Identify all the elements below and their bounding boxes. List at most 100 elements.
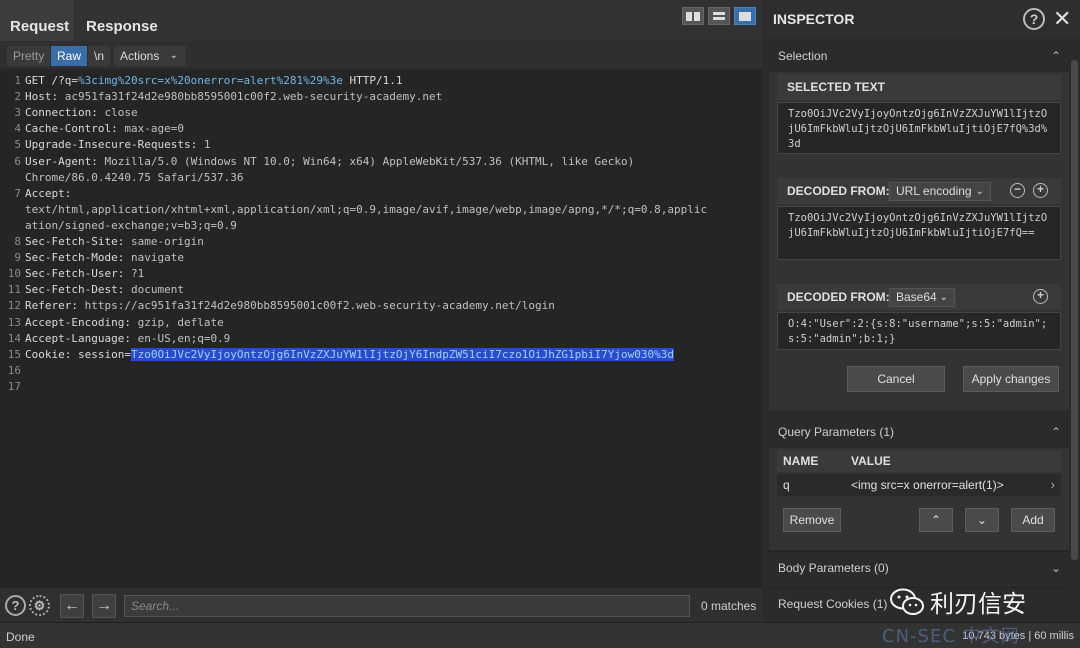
code-line[interactable]: Referer: https://ac951fa31f24d2e980bb859… (25, 299, 555, 312)
newline-toggle[interactable]: \n (88, 46, 111, 66)
selection-block: SELECTED TEXT Tzo0OiJVc2VyIjoyOntzOjg6In… (769, 72, 1069, 410)
move-up-button[interactable]: ⌃ (919, 508, 953, 532)
code-line[interactable]: User-Agent: Mozilla/5.0 (Windows NT 10.0… (25, 155, 634, 168)
code-token: same-origin (130, 235, 204, 248)
search-input[interactable] (124, 595, 690, 617)
code-token: 1 (203, 138, 211, 152)
code-token: Sec-Fetch-Dest: (25, 283, 131, 297)
close-icon[interactable]: ✕ (1053, 6, 1071, 32)
help-icon[interactable]: ? (1023, 8, 1045, 30)
chevron-up-icon: ⌃ (930, 513, 942, 527)
request-pane: Request Response Pretty Raw \n Actions ⌄… (0, 0, 762, 622)
decoding-select[interactable]: Base64 ⌄ (889, 288, 955, 307)
plus-circle-icon[interactable]: + (1033, 289, 1048, 304)
line-number: 15 (7, 347, 21, 361)
code-line[interactable]: Cache-Control: max-age=0 (25, 122, 184, 135)
chevron-down-icon: ⌄ (976, 513, 988, 527)
tab-request[interactable]: Request (0, 0, 74, 41)
add-button[interactable]: Add (1011, 508, 1055, 532)
code-line[interactable]: Cookie: session=Tzo0OiJVc2VyIjoyOntzOjg6… (25, 347, 675, 361)
code-line[interactable]: ation/signed-exchange;v=b3;q=0.9 (25, 219, 237, 232)
plus-circle-icon[interactable]: + (1033, 183, 1048, 198)
decoded-base64-text[interactable]: O:4:"User":2:{s:8:"username";s:5:"admin"… (777, 312, 1061, 350)
line-number: 7 (14, 186, 21, 200)
selected-text-highlight: Tzo0OiJVc2VyIjoyOntzOjg6InVzZXJuYW1lIjtz… (130, 347, 675, 361)
table-row[interactable]: q <img src=x onerror=alert(1)> › (777, 474, 1061, 496)
code-token: Accept-Language: (25, 331, 138, 345)
code-token: User-Agent: (25, 154, 105, 168)
selected-text-header: SELECTED TEXT (777, 74, 1061, 100)
body-params-label: Body Parameters (0) (778, 561, 889, 575)
code-line[interactable]: text/html,application/xhtml+xml,applicat… (25, 203, 707, 216)
request-editor[interactable]: 1 GET /?q=%3cimg%20src=x%20onerror=alert%… (0, 71, 762, 587)
code-line[interactable]: Accept-Language: en-US,en;q=0.9 (25, 332, 230, 345)
code-token: en-US,en;q=0.9 (137, 331, 231, 345)
params-table-header: NAME VALUE (777, 450, 1061, 472)
code-line[interactable]: GET /?q=%3cimg%20src=x%20onerror=alert%2… (25, 74, 403, 87)
next-match-button[interactable]: → (92, 594, 116, 618)
code-token: Referer: (25, 299, 85, 313)
code-line[interactable]: Upgrade-Insecure-Requests: 1 (25, 138, 210, 151)
previous-match-button[interactable]: ← (60, 594, 84, 618)
single-view-icon[interactable] (734, 7, 756, 25)
code-line[interactable]: Sec-Fetch-Dest: document (25, 283, 184, 296)
pretty-button[interactable]: Pretty (7, 46, 51, 66)
query-params-label: Query Parameters (1) (778, 425, 895, 439)
line-number: 8 (14, 235, 21, 248)
watermark-text: 利刃信安 (930, 590, 1026, 618)
code-token: close (104, 106, 138, 120)
cancel-button[interactable]: Cancel (847, 366, 945, 392)
selected-text-box[interactable]: Tzo0OiJVc2VyIjoyOntzOjg6InVzZXJuYW1lIjtz… (777, 102, 1061, 154)
line-number: 1 (14, 74, 21, 87)
code-line[interactable]: Accept-Encoding: gzip, deflate (25, 316, 224, 329)
code-token: https://ac951fa31f24d2e980bb8595001c00f2… (84, 299, 555, 313)
code-token: Sec-Fetch-User: (25, 267, 131, 281)
query-params-section-header[interactable]: Query Parameters (1) ⌃ (769, 416, 1069, 448)
help-icon[interactable]: ? (5, 595, 26, 616)
code-line[interactable]: Host: ac951fa31f24d2e980bb8595001c00f2.w… (25, 90, 442, 103)
line-number: 16 (7, 363, 21, 377)
decoded-from-label: DECODED FROM: (787, 184, 890, 198)
code-token: text/html,application/xhtml+xml,applicat… (25, 202, 708, 216)
decoded-url-header: DECODED FROM: URL encoding ⌄ − + (777, 178, 1061, 204)
tab-response-label: Response (86, 18, 158, 35)
split-vertical-icon[interactable] (682, 7, 704, 25)
chevron-right-icon: › (1050, 477, 1055, 492)
move-down-button[interactable]: ⌄ (965, 508, 999, 532)
chevron-up-icon: ⌃ (1050, 49, 1061, 63)
apply-changes-button[interactable]: Apply changes (963, 366, 1059, 392)
decoding-type: Base64 (896, 290, 937, 304)
decoded-url-text[interactable]: Tzo0OiJVc2VyIjoyOntzOjg6InVzZXJuYW1lIjtz… (777, 206, 1061, 260)
chevron-down-icon: ⌄ (169, 50, 178, 61)
scrollbar-thumb[interactable] (1071, 60, 1078, 560)
code-line[interactable]: Sec-Fetch-User: ?1 (25, 267, 144, 280)
code-token: ?1 (130, 267, 145, 281)
decoding-select[interactable]: URL encoding ⌄ (889, 182, 991, 201)
raw-button[interactable]: Raw (51, 46, 88, 66)
col-value-header: VALUE (851, 454, 891, 468)
code-token: Connection: (25, 106, 105, 120)
code-token: ation/signed-exchange;v=b3;q=0.9 (25, 218, 237, 232)
chevron-down-icon: ⌄ (1050, 561, 1061, 575)
actions-menu[interactable]: Actions ⌄ (114, 46, 186, 66)
gear-icon[interactable]: ⚙ (29, 595, 50, 616)
code-line[interactable]: Sec-Fetch-Site: same-origin (25, 235, 204, 248)
code-line[interactable]: Connection: close (25, 106, 138, 119)
code-line[interactable]: Sec-Fetch-Mode: navigate (25, 251, 184, 264)
split-horizontal-icon[interactable] (708, 7, 730, 25)
inspector-title: INSPECTOR (773, 11, 855, 27)
code-line[interactable]: Chrome/86.0.4240.75 Safari/537.36 (25, 171, 244, 184)
tab-response[interactable]: Response (76, 0, 158, 41)
code-token: ac951fa31f24d2e980bb8595001c00f2.web-sec… (64, 90, 443, 104)
line-number: 10 (7, 267, 21, 281)
minus-circle-icon[interactable]: − (1010, 183, 1025, 198)
code-token: gzip, deflate (137, 315, 224, 329)
view-toolbar: Pretty Raw \n Actions ⌄ (0, 41, 762, 70)
col-name-header: NAME (783, 454, 819, 468)
match-count: 0 matches (701, 599, 757, 613)
body-params-section-header[interactable]: Body Parameters (0) ⌄ (769, 551, 1069, 583)
selection-section-header[interactable]: Selection ⌃ (769, 40, 1069, 72)
remove-button[interactable]: Remove (783, 508, 841, 532)
code-line[interactable]: Accept: (25, 187, 71, 200)
inspector-panel: INSPECTOR ? ✕ Selection ⌃ SELECTED TEXT … (763, 0, 1080, 622)
